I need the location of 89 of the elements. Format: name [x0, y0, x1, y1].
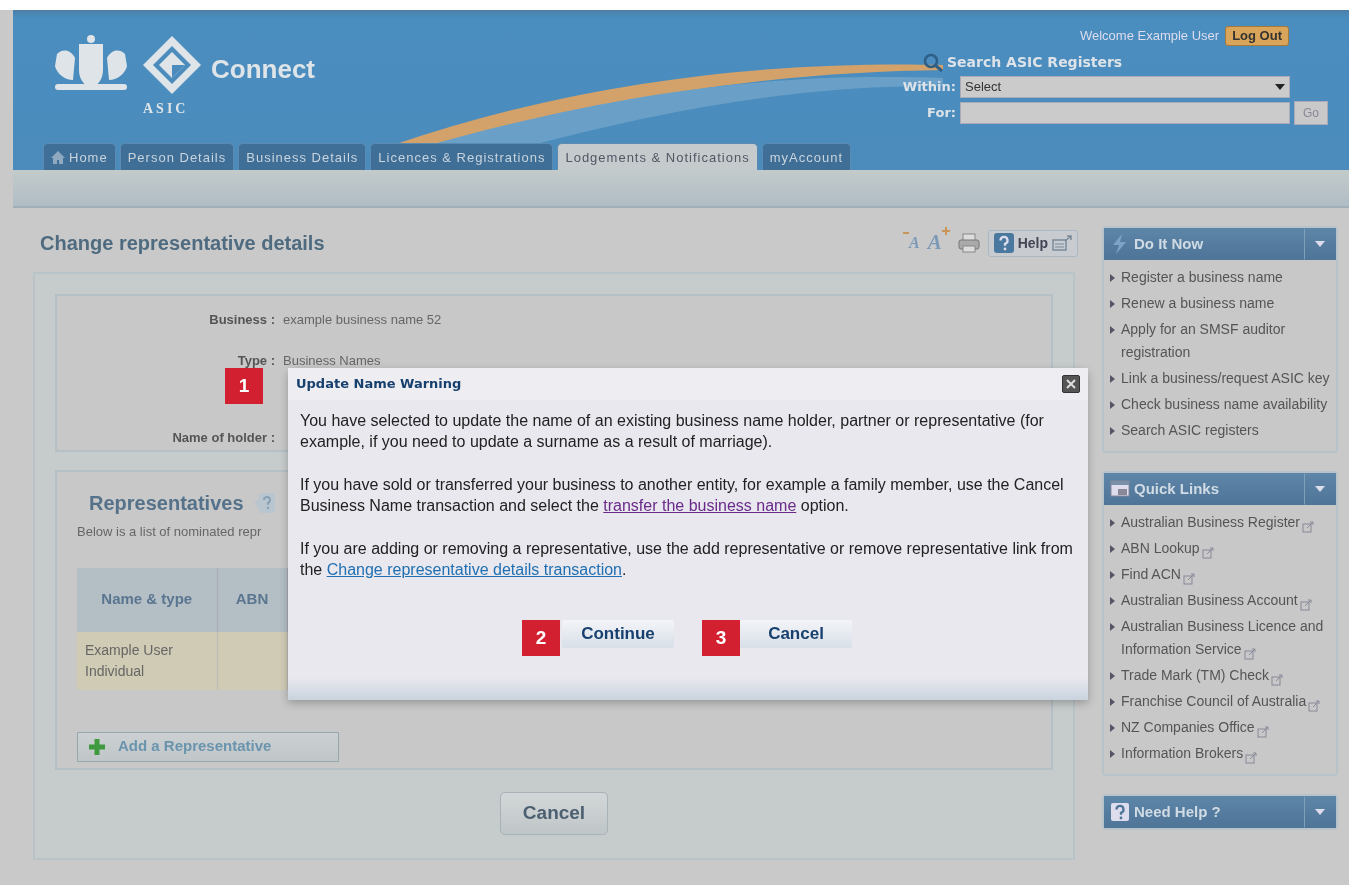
bullet-icon: [1110, 672, 1115, 680]
sidebar-link[interactable]: Link a business/request ASIC key: [1121, 367, 1330, 390]
panel-title: Need Help ?: [1134, 801, 1221, 822]
sidebar-link[interactable]: Register a business name: [1121, 266, 1283, 289]
bullet-icon: [1110, 274, 1115, 282]
bullet-icon: [1110, 519, 1115, 527]
nav-tab[interactable]: Licences & Registrations: [370, 142, 554, 170]
bullet-icon: [1110, 597, 1115, 605]
cancel-button[interactable]: Cancel: [740, 620, 852, 648]
sidebar-link[interactable]: Apply for an SMSF auditor registration: [1121, 318, 1330, 364]
column-header: Name & type: [77, 567, 217, 632]
field-label: Name of holder :: [171, 429, 275, 447]
search-field[interactable]: [960, 102, 1290, 124]
logout-button[interactable]: Log Out: [1225, 26, 1289, 46]
caret-icon: [1315, 809, 1325, 815]
welcome-text: Welcome Example User: [1079, 27, 1220, 46]
panel-title: Do It Now: [1134, 233, 1204, 254]
sidebar-link[interactable]: Franchise Council of Australia: [1121, 690, 1321, 713]
nav-tab[interactable]: myAccount: [761, 142, 851, 170]
plus-icon: [88, 737, 106, 756]
sidebar-link[interactable]: Australian Business Licence and Information Service: [1121, 615, 1330, 661]
org-name: ASIC: [143, 100, 189, 118]
brand-name: Connect: [211, 53, 315, 86]
dialog-paragraph: If you have sold or transferred your business to another entity, for example a family member, use the Cancel Business Name transaction and select the transfer the business name option.: [300, 475, 1065, 516]
within-label: Within:: [901, 78, 956, 97]
sidebar-link[interactable]: Check business name availability: [1121, 393, 1328, 416]
close-icon: [1066, 379, 1076, 389]
dialog-paragraph: If you are adding or removing a representative, use the add representative or remove representative link from the Change representative details transaction.: [300, 539, 1074, 580]
sidebar-link[interactable]: Australian Business Register: [1121, 511, 1314, 534]
sidebar-link[interactable]: Search ASIC registers: [1121, 419, 1259, 442]
print-icon[interactable]: [957, 233, 980, 253]
caret-icon: [1275, 84, 1285, 90]
bullet-icon: [1110, 750, 1115, 758]
nav-tab[interactable]: Home: [43, 142, 116, 170]
for-label: For:: [926, 104, 956, 123]
within-select[interactable]: Select: [960, 76, 1290, 98]
caret-icon: [1315, 241, 1325, 247]
minus-icon: [902, 231, 909, 235]
nav-tab[interactable]: Lodgements & Notifications: [557, 142, 758, 170]
continue-button[interactable]: Continue: [562, 620, 674, 648]
field-value: example business name 52: [283, 311, 442, 329]
dialog-link[interactable]: Change representative details transaction: [326, 561, 622, 578]
sidebar-link[interactable]: NZ Companies Office: [1121, 716, 1269, 739]
field-label: Business :: [208, 311, 275, 329]
question-icon: [993, 233, 1014, 253]
bullet-icon: [1110, 545, 1115, 553]
sidebar-link[interactable]: Renew a business name: [1121, 292, 1275, 315]
bullet-icon: [1110, 724, 1115, 732]
cancel-button[interactable]: Cancel: [499, 792, 609, 835]
table-cell: Example User Individual: [77, 631, 217, 690]
panel-title: Quick Links: [1134, 478, 1220, 499]
popout-icon: [1052, 235, 1072, 251]
column-header: ABN: [217, 567, 287, 632]
sidebar-link[interactable]: Find ACN: [1121, 563, 1195, 586]
sidebar-link[interactable]: ABN Lookup: [1121, 537, 1214, 560]
search-icon: [923, 52, 945, 73]
bullet-icon: [1110, 571, 1115, 579]
nav-tab[interactable]: Business Details: [238, 142, 367, 170]
search-title: Search ASIC Registers: [947, 53, 1123, 72]
bullet-icon: [1110, 623, 1115, 631]
bullet-icon: [1110, 401, 1115, 409]
page-title: Change representative details: [39, 231, 325, 255]
nav-tab[interactable]: Person Details: [119, 142, 235, 170]
section-title: Representatives: [89, 491, 244, 516]
dialog-title: Update Name Warning: [296, 375, 462, 394]
sidebar-link[interactable]: Australian Business Account: [1121, 589, 1312, 612]
bullet-icon: [1110, 375, 1115, 383]
window-icon: [1110, 479, 1130, 499]
bullet-icon: [1110, 300, 1115, 308]
help-button[interactable]: Help: [987, 229, 1078, 257]
step-marker: 3: [702, 620, 740, 656]
dialog-link[interactable]: transfer the business name: [603, 497, 797, 514]
plus-icon: [941, 227, 950, 236]
home-icon: [51, 150, 65, 164]
sidebar-link[interactable]: Trade Mark (TM) Check: [1121, 664, 1284, 687]
question-icon: [1110, 802, 1130, 822]
bullet-icon: [1110, 427, 1115, 435]
caret-icon: [1315, 486, 1325, 492]
diamond-logo-icon: [141, 34, 203, 96]
intro-text: Below is a list of nominated repr: [77, 523, 263, 541]
dialog-paragraph: You have selected to update the name of an existing business name holder, partner or representative (for example, if you need to update a surname as a result of marriage).: [300, 411, 1045, 452]
bullet-icon: [1110, 698, 1115, 706]
sidebar-link[interactable]: Information Brokers: [1121, 742, 1258, 765]
close-button[interactable]: [1062, 375, 1080, 393]
field-label: Type :: [236, 351, 275, 370]
bullet-icon: [1110, 326, 1115, 334]
step-marker: 2: [522, 620, 560, 656]
field-value: Business Names: [283, 351, 381, 370]
step-marker: 1: [225, 368, 263, 404]
